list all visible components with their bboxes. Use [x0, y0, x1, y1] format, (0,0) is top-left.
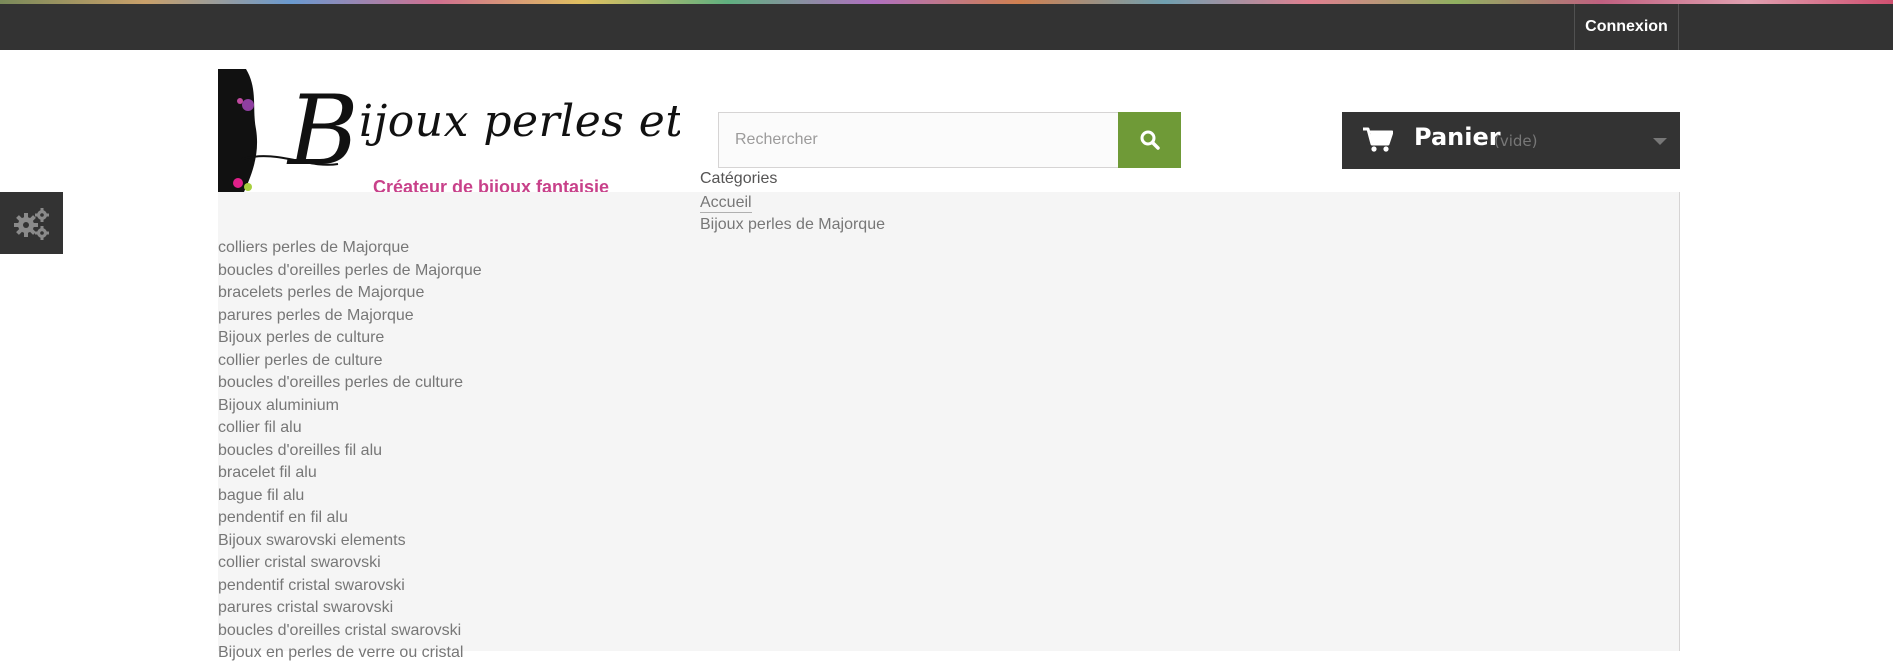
- category-item[interactable]: pendentif cristal swarovski: [218, 575, 482, 598]
- category-item[interactable]: pendentif en fil alu: [218, 507, 482, 530]
- category-item[interactable]: boucles d'oreilles cristal swarovski: [218, 620, 482, 643]
- category-item[interactable]: bracelets perles de Majorque: [218, 282, 482, 305]
- chevron-down-icon[interactable]: [1653, 138, 1667, 145]
- category-item[interactable]: boucles d'oreilles perles de Majorque: [218, 260, 482, 283]
- search-button[interactable]: [1118, 112, 1181, 168]
- category-item[interactable]: bracelet fil alu: [218, 462, 482, 485]
- gears-icon: [13, 208, 49, 240]
- categories-menu-title: Catégories: [700, 170, 778, 187]
- settings-toggle-button[interactable]: [0, 192, 63, 254]
- search-input[interactable]: [718, 112, 1118, 168]
- menu-home-link[interactable]: Accueil: [700, 193, 752, 213]
- cart-label: Panier: [1414, 123, 1501, 151]
- category-item[interactable]: collier fil alu: [218, 417, 482, 440]
- menu-top-category[interactable]: Bijoux perles de Majorque: [700, 216, 885, 234]
- cart-block[interactable]: Panier (vide): [1342, 112, 1680, 169]
- logo-brand-text: Bijoux perles et pierres: [288, 75, 680, 187]
- cart-status: (vide): [1494, 132, 1538, 150]
- shopping-cart-icon: [1363, 127, 1393, 152]
- site-logo[interactable]: Bijoux perles et pierres Créateur de bij…: [218, 69, 680, 192]
- login-link[interactable]: Connexion: [1574, 4, 1679, 50]
- category-item[interactable]: Bijoux en perles de verre ou cristal: [218, 642, 482, 665]
- category-item[interactable]: Bijoux perles de culture: [218, 327, 482, 350]
- search-icon: [1140, 130, 1160, 150]
- category-item[interactable]: collier cristal swarovski: [218, 552, 482, 575]
- category-item[interactable]: boucles d'oreilles perles de culture: [218, 372, 482, 395]
- top-nav-bar: Connexion: [0, 4, 1893, 50]
- category-item[interactable]: Bijoux aluminium: [218, 395, 482, 418]
- category-item[interactable]: boucles d'oreilles fil alu: [218, 440, 482, 463]
- category-item[interactable]: collier perles de culture: [218, 350, 482, 373]
- category-list: colliers perles de Majorque boucles d'or…: [218, 237, 482, 665]
- logo-tagline: Créateur de bijoux fantaisie: [373, 177, 610, 192]
- category-item[interactable]: colliers perles de Majorque: [218, 237, 482, 260]
- category-item[interactable]: bague fil alu: [218, 485, 482, 508]
- category-item[interactable]: parures perles de Majorque: [218, 305, 482, 328]
- category-item[interactable]: parures cristal swarovski: [218, 597, 482, 620]
- category-item[interactable]: Bijoux swarovski elements: [218, 530, 482, 553]
